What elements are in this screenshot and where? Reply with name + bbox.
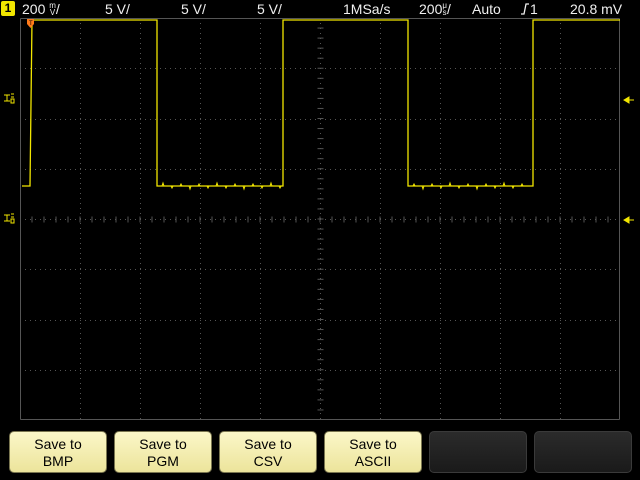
trigger-position-icon: T (27, 19, 34, 28)
left-arrow-icon (623, 96, 635, 107)
ch1-unit-bottom: V (49, 8, 56, 17)
softkey-bar: Save to BMP Save to PGM Save to CSV Save… (0, 426, 640, 480)
waveform-display[interactable]: T (20, 18, 620, 420)
timebase-unit: μ s (442, 2, 447, 17)
softkey-label-line1: Save to (139, 436, 187, 452)
trigger-source-value: 1 (530, 1, 538, 17)
timebase-value: 200 (419, 1, 443, 17)
graticule-grid (20, 18, 620, 420)
ch3-scale[interactable]: 5 V/ (181, 0, 206, 18)
oscilloscope-screen: 1 200 m V / 5 V/ 5 V/ 5 V/ 1MSa/s 200 μ … (0, 0, 640, 480)
rising-edge-icon (521, 3, 529, 15)
softkey-label-line2: ASCII (354, 453, 392, 469)
save-to-ascii-button[interactable]: Save to ASCII (324, 431, 422, 473)
trigger-source[interactable]: 1 (520, 0, 538, 18)
timebase-unit-bottom: s (442, 8, 447, 17)
ch3-scale-value: 5 V (181, 1, 203, 17)
softkey-label-line1: Save to (349, 436, 397, 452)
ch1-scale-unit: m V (49, 2, 56, 17)
left-arrow-icon (623, 216, 635, 227)
ch4-scale[interactable]: 5 V/ (257, 0, 282, 18)
ch2-scale-value: 5 V (105, 1, 127, 17)
ch4-scale-value: 5 V (257, 1, 279, 17)
ground-ref-icon (3, 212, 15, 227)
timebase[interactable]: 200 μ s / (419, 0, 451, 18)
save-to-pgm-button[interactable]: Save to PGM (114, 431, 212, 473)
softkey-label-line1: Save to (244, 436, 292, 452)
ch1-waveform-noise (161, 181, 524, 191)
softkey-label-line2: PGM (147, 453, 179, 469)
empty-softkey[interactable] (429, 431, 527, 473)
softkey-label-line2: CSV (253, 453, 283, 469)
softkey-label-line1: Save to (34, 436, 82, 452)
save-to-bmp-button[interactable]: Save to BMP (9, 431, 107, 473)
ch2-scale[interactable]: 5 V/ (105, 0, 130, 18)
empty-softkey[interactable] (534, 431, 632, 473)
ch1-scale-value: 200 (22, 1, 46, 17)
save-to-csv-button[interactable]: Save to CSV (219, 431, 317, 473)
trigger-mode[interactable]: Auto (472, 0, 501, 18)
ground-ref-icon (3, 92, 15, 107)
channel-badge[interactable]: 1 (1, 1, 15, 16)
sample-rate: 1MSa/s (343, 1, 391, 17)
svg-text:T: T (29, 21, 33, 27)
status-bar: 1 200 m V / 5 V/ 5 V/ 5 V/ 1MSa/s 200 μ … (0, 0, 640, 18)
ch1-scale[interactable]: 200 m V / (22, 0, 60, 18)
softkey-label-line2: BMP (42, 453, 74, 469)
trigger-level: 20.8 mV (570, 1, 623, 17)
